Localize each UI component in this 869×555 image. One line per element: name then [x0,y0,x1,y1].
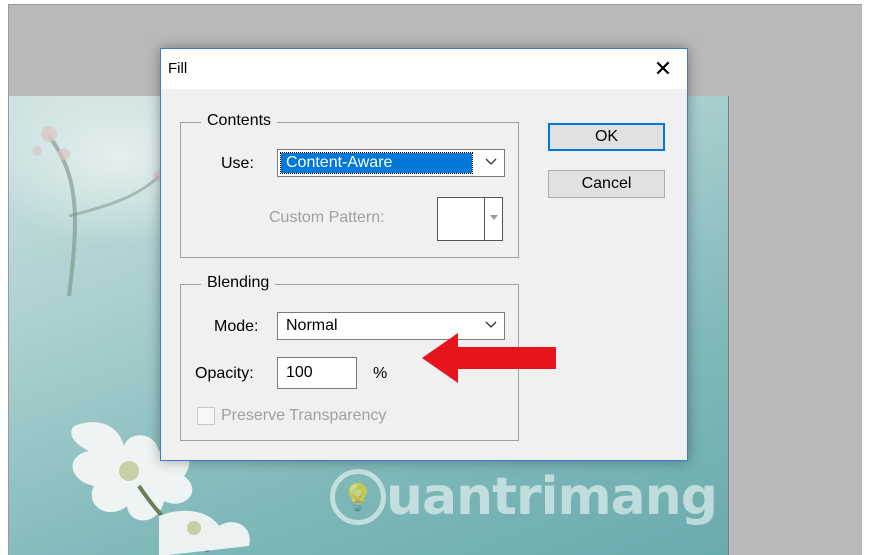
preserve-transparency-label[interactable]: Preserve Transparency [221,407,386,425]
mode-value: Normal [286,317,338,334]
picker-arrow-icon [490,215,498,220]
close-icon: ✕ [653,56,673,81]
mode-label: Mode: [214,318,259,335]
contents-group: Contents Use: Content-Aware Custom Patte… [180,112,519,258]
canvas-edge [728,96,729,555]
chevron-down-icon [485,158,497,165]
lightbulb-icon: 💡 [330,469,386,525]
contents-legend: Contents [201,112,278,130]
cancel-button[interactable]: Cancel [548,170,665,198]
opacity-input[interactable]: 100 [277,357,357,389]
dialog-titlebar[interactable]: Fill ✕ [161,49,687,89]
chevron-down-icon [485,321,497,328]
ok-button[interactable]: OK [548,123,665,151]
fill-dialog: Fill ✕ Contents Use: Content-Aware Custo… [160,48,688,461]
opacity-unit: % [373,365,388,382]
blending-legend: Blending [201,274,276,292]
custom-pattern-picker [437,197,503,241]
watermark-text: uantrimang [386,467,718,527]
dialog-title: Fill [168,60,188,77]
close-button[interactable]: ✕ [649,55,677,83]
opacity-value: 100 [286,364,313,381]
opacity-label: Opacity: [195,365,254,382]
preserve-transparency-checkbox[interactable] [197,407,215,425]
use-select[interactable]: Content-Aware [277,149,505,177]
use-value: Content-Aware [286,154,393,171]
use-label: Use: [221,155,254,172]
red-arrow-annotation [422,333,556,383]
watermark: 💡 uantrimang [330,462,718,532]
picker-divider [484,198,485,240]
custom-pattern-label: Custom Pattern: [269,209,385,226]
